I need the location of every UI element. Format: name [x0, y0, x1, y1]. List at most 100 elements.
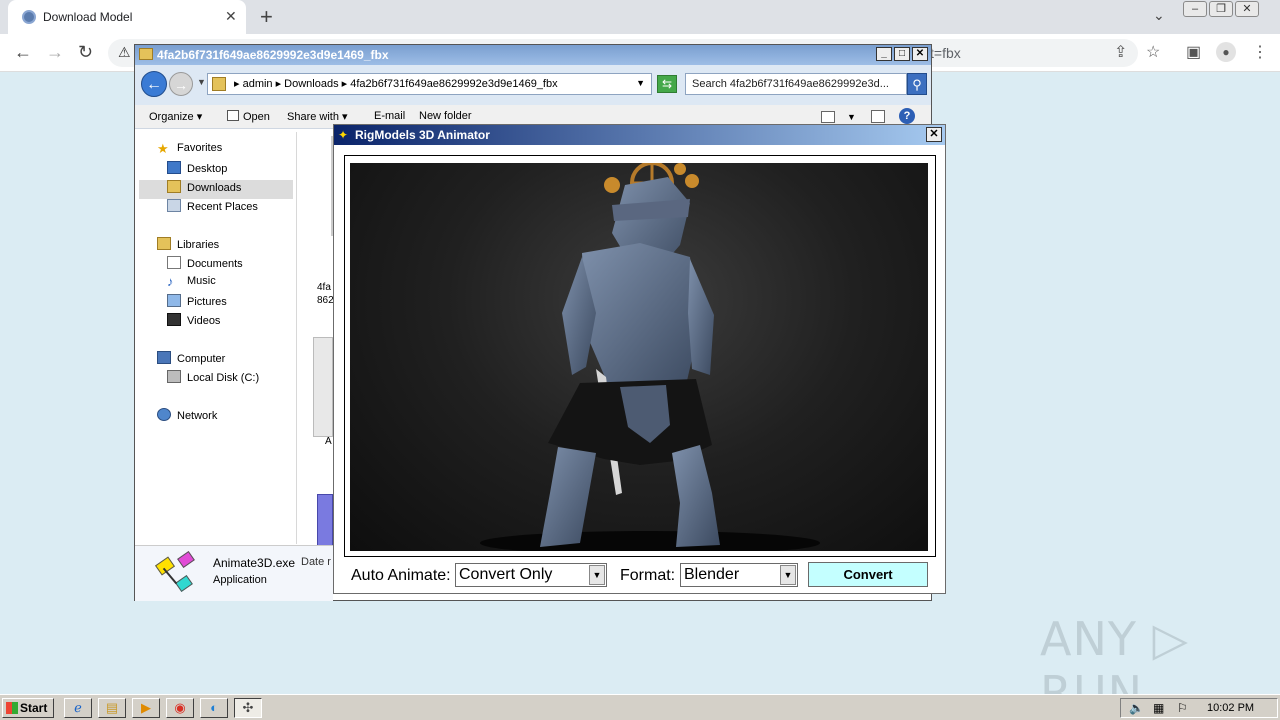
chevron-down-icon[interactable]: ▼	[780, 565, 796, 585]
refresh-icon[interactable]: ⇆	[657, 75, 677, 93]
file-label-fragment: A	[325, 436, 332, 447]
volume-icon[interactable]: 🔈	[1129, 701, 1144, 715]
explorer-nav-pane: ★ Favorites Desktop Downloads Recent Plac…	[135, 132, 297, 544]
windows-logo-icon	[6, 702, 18, 714]
recent-pages-dropdown-icon[interactable]: ▼	[197, 77, 206, 87]
preview-pane-icon[interactable]	[871, 110, 885, 123]
bookmark-star-icon[interactable]: ☆	[1146, 42, 1160, 62]
breadcrumb[interactable]: ▸ admin ▸ Downloads ▸ 4fa2b6f731f649ae86…	[234, 77, 558, 90]
minimize-button[interactable]: –	[1183, 1, 1207, 17]
internet-explorer-icon[interactable]: ℯ	[64, 698, 92, 718]
explorer-search-input[interactable]: Search 4fa2b6f731f649ae8629992e3d...	[685, 73, 907, 95]
edge-icon[interactable]: ◐	[200, 698, 228, 718]
help-icon[interactable]: ?	[899, 108, 915, 124]
not-secure-warning-icon[interactable]: ⚠	[118, 44, 131, 61]
email-button[interactable]: E-mail	[374, 110, 405, 122]
explorer-path-bar[interactable]: ▸ admin ▸ Downloads ▸ 4fa2b6f731f649ae86…	[207, 73, 652, 95]
auto-animate-select[interactable]: Convert Only ▼	[455, 563, 607, 587]
format-select[interactable]: Blender ▼	[680, 563, 798, 587]
chrome-icon[interactable]: ◉	[166, 698, 194, 718]
open-icon	[227, 110, 239, 121]
browser-window-controls: – ❐ ✕	[1183, 1, 1261, 17]
share-with-label: Share with	[287, 111, 339, 123]
nav-item-libraries[interactable]: Libraries	[157, 237, 219, 256]
url-text: t=fbx	[930, 45, 961, 61]
share-icon[interactable]: ⇪	[1114, 42, 1127, 62]
nav-item-documents[interactable]: Documents	[167, 256, 243, 275]
explorer-minimize-button[interactable]: _	[876, 47, 892, 61]
nav-item-desktop[interactable]: Desktop	[167, 161, 227, 180]
nav-item-computer[interactable]: Computer	[157, 351, 225, 370]
forward-arrow-icon[interactable]: →	[46, 42, 64, 63]
nav-item-downloads[interactable]: Downloads	[139, 180, 293, 199]
network-tray-icon[interactable]: ▦	[1153, 701, 1164, 715]
path-dropdown-icon[interactable]: ▼	[636, 78, 645, 88]
open-button[interactable]: Open	[227, 110, 270, 123]
search-icon[interactable]: ⚲	[907, 73, 927, 95]
reload-icon[interactable]: ↻	[78, 42, 93, 63]
nav-item-local-disk[interactable]: Local Disk (C:)	[167, 370, 259, 389]
nav-item-recent-places[interactable]: Recent Places	[167, 199, 258, 218]
close-tab-icon[interactable]: ✕	[225, 8, 237, 25]
back-arrow-icon[interactable]: ←	[14, 42, 32, 63]
start-label: Start	[20, 701, 48, 715]
dialog-title: RigModels 3D Animator	[355, 128, 490, 142]
explorer-maximize-button[interactable]: □	[894, 47, 910, 61]
desktop-icon	[167, 161, 181, 174]
browser-tab[interactable]: Download Model ✕	[8, 0, 246, 34]
explorer-back-icon[interactable]: ←	[141, 71, 167, 97]
music-note-icon: ♪	[167, 274, 174, 289]
clock[interactable]: 10:02 PM	[1207, 702, 1254, 714]
nav-item-videos[interactable]: Videos	[167, 313, 220, 332]
file-name-fragment-2[interactable]: 862	[317, 295, 334, 306]
explorer-file-list: 4fa 862 A	[297, 132, 334, 584]
search-placeholder: Search 4fa2b6f731f649ae8629992e3d...	[692, 78, 889, 90]
share-with-button[interactable]: Share with ▾	[287, 110, 348, 123]
explorer-title-bar[interactable]: 4fa2b6f731f649ae8629992e3d9e1469_fbx _ □…	[135, 45, 931, 65]
tab-search-button[interactable]: ⌄	[1153, 7, 1165, 24]
view-dropdown-icon[interactable]: ▼	[847, 112, 856, 122]
nav-item-pictures[interactable]: Pictures	[167, 294, 227, 313]
nav-label: Computer	[177, 353, 226, 365]
explorer-title: 4fa2b6f731f649ae8629992e3d9e1469_fbx	[157, 48, 389, 62]
animator-taskbar-icon[interactable]: ✣	[234, 698, 262, 718]
nav-label: Downloads	[187, 182, 242, 194]
file-item-partial[interactable]	[313, 337, 333, 437]
dialog-title-bar[interactable]: ✦ RigModels 3D Animator ✕	[334, 125, 945, 145]
organize-button[interactable]: Organize ▾	[149, 110, 202, 123]
nav-label: Music	[187, 275, 216, 287]
recent-places-icon	[167, 199, 181, 212]
model-preview-viewport[interactable]	[350, 163, 928, 551]
new-tab-button[interactable]: +	[260, 4, 273, 30]
nav-item-network[interactable]: Network	[157, 408, 217, 427]
dialog-close-button[interactable]: ✕	[926, 127, 942, 142]
nav-label: Recent Places	[187, 201, 258, 213]
profile-avatar-icon[interactable]: ●	[1216, 42, 1236, 62]
animator-dialog: ✦ RigModels 3D Animator ✕ Auto Animate: …	[333, 124, 946, 594]
view-options-icon[interactable]	[821, 111, 835, 123]
nav-label: Network	[177, 410, 218, 422]
computer-icon	[157, 351, 171, 364]
nav-label: Local Disk (C:)	[187, 372, 260, 384]
file-name-fragment-1[interactable]: 4fa	[317, 282, 331, 293]
new-folder-button[interactable]: New folder	[419, 110, 472, 122]
convert-button[interactable]: Convert	[808, 562, 928, 587]
browser-menu-icon[interactable]: ⋮	[1252, 42, 1268, 62]
close-window-button[interactable]: ✕	[1235, 1, 1259, 17]
nav-item-music[interactable]: ♪ Music	[167, 275, 216, 294]
file-explorer-icon[interactable]: ▤	[98, 698, 126, 718]
path-folder-icon	[212, 77, 226, 91]
chevron-down-icon[interactable]: ▼	[589, 565, 605, 585]
media-player-icon[interactable]: ▶	[132, 698, 160, 718]
system-tray: 🔈 ▦ ⚐ 10:02 PM	[1120, 698, 1278, 718]
explorer-close-button[interactable]: ✕	[912, 47, 928, 61]
nav-label: Favorites	[177, 142, 223, 154]
auto-animate-value: Convert Only	[459, 566, 553, 583]
side-panel-icon[interactable]: ▣	[1186, 42, 1201, 62]
action-center-flag-icon[interactable]: ⚐	[1177, 701, 1188, 715]
restore-button[interactable]: ❐	[1209, 1, 1233, 17]
explorer-forward-icon[interactable]: →	[169, 72, 193, 96]
start-button[interactable]: Start	[2, 698, 54, 718]
nav-item-favorites[interactable]: ★ Favorites	[157, 142, 222, 161]
nav-label: Videos	[187, 315, 221, 327]
